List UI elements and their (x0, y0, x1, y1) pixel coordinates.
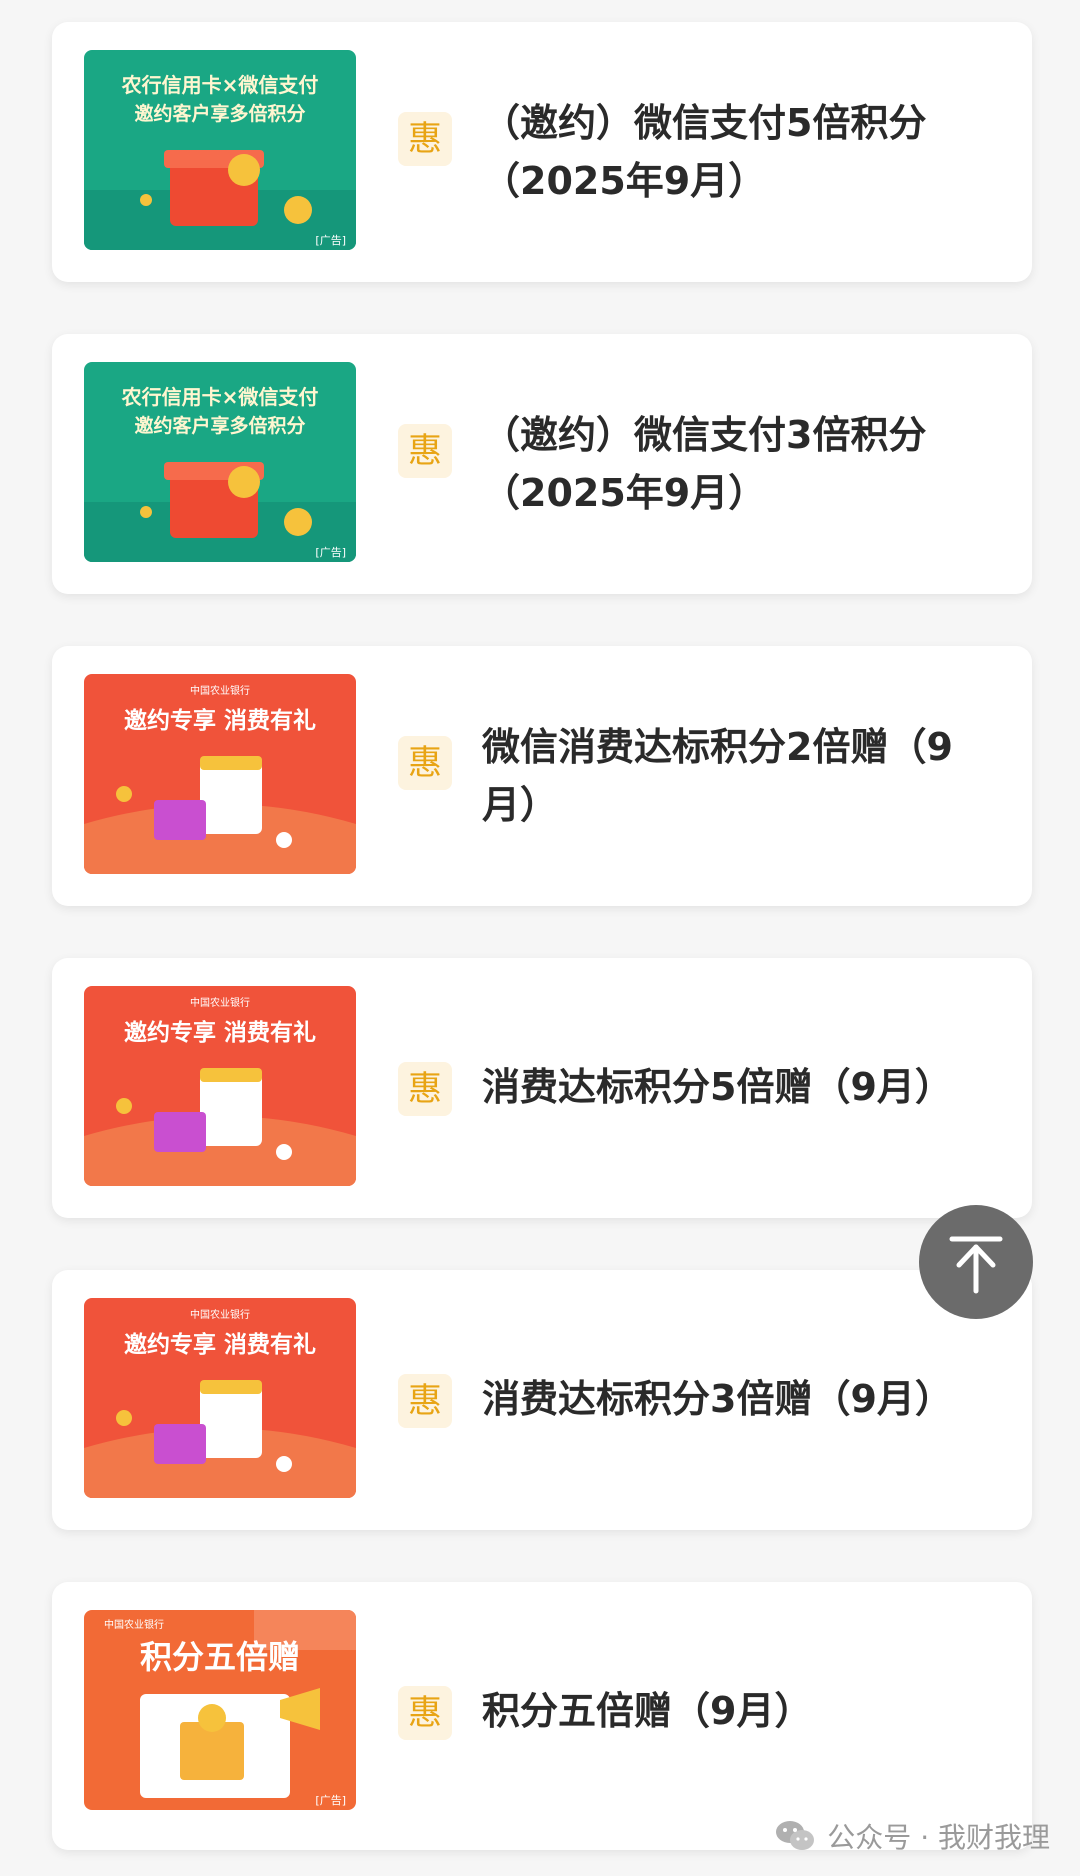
promo-banner-image: 中国农业银行 邀约专享 消费有礼 (84, 1298, 356, 1498)
promo-card[interactable]: 农行信用卡×微信支付 邀约客户享多倍积分 [广告] 惠 （邀约）微信支付3倍积分… (52, 334, 1032, 594)
discount-badge: 惠 (398, 424, 452, 478)
banner-line1: 中国农业银行 (190, 996, 250, 1009)
banner-line2: 邀约客户享多倍积分 (134, 414, 305, 437)
banner-line2: 积分五倍赠 (140, 1638, 300, 1676)
promo-card[interactable]: 中国农业银行 邀约专享 消费有礼 惠 消费达标积分5倍赠（9月） (52, 958, 1032, 1218)
banner-line2: 邀约专享 消费有礼 (124, 1019, 316, 1046)
promo-banner-image: 中国农业银行 邀约专享 消费有礼 (84, 986, 356, 1186)
wechat-icon (776, 1821, 815, 1850)
banner-tag: [广告] (315, 1794, 346, 1807)
promo-title: 消费达标积分5倍赠（9月） (482, 1065, 953, 1109)
banner-line1: 中国农业银行 (190, 1308, 250, 1321)
banner-tag: [广告] (315, 234, 346, 247)
banner-line1: 中国农业银行 (190, 684, 250, 697)
banner-line1: 农行信用卡×微信支付 (121, 385, 319, 409)
watermark-text: 公众号 · 我财我理 (827, 1821, 1050, 1854)
discount-badge: 惠 (398, 1686, 452, 1740)
promo-title: 消费达标积分3倍赠（9月） (482, 1377, 953, 1421)
promo-card[interactable]: 农行信用卡×微信支付 邀约客户享多倍积分 [广告] 惠 （邀约）微信支付5倍积分… (52, 22, 1032, 282)
banner-line1: 农行信用卡×微信支付 (121, 73, 319, 97)
back-to-top-button[interactable] (919, 1205, 1033, 1319)
promo-title: 积分五倍赠（9月） (482, 1689, 813, 1733)
arrow-up-icon (949, 1236, 1003, 1294)
promo-title: （邀约）微信支付5倍积分（2025年9月） (482, 101, 927, 203)
banner-line2: 邀约专享 消费有礼 (124, 1331, 316, 1358)
promo-banner-image: 中国农业银行 邀约专享 消费有礼 (84, 674, 356, 874)
promo-card[interactable]: 中国农业银行 积分五倍赠 [广告] 惠 积分五倍赠（9月） (52, 1582, 1032, 1850)
promo-card[interactable]: 中国农业银行 邀约专享 消费有礼 惠 消费达标积分3倍赠（9月） (52, 1270, 1032, 1530)
promo-title: 微信消费达标积分2倍赠（9月） (482, 725, 953, 827)
banner-line2: 邀约专享 消费有礼 (124, 707, 316, 734)
promo-banner-image: 农行信用卡×微信支付 邀约客户享多倍积分 [广告] (84, 50, 356, 250)
discount-badge: 惠 (398, 1374, 452, 1428)
discount-badge: 惠 (398, 112, 452, 166)
banner-line2: 邀约客户享多倍积分 (134, 102, 305, 125)
discount-badge: 惠 (398, 1062, 452, 1116)
promo-title: （邀约）微信支付3倍积分（2025年9月） (482, 413, 927, 515)
promo-card[interactable]: 中国农业银行 邀约专享 消费有礼 惠 微信消费达标积分2倍赠（9月） (52, 646, 1032, 906)
discount-badge: 惠 (398, 736, 452, 790)
promo-banner-image: 农行信用卡×微信支付 邀约客户享多倍积分 [广告] (84, 362, 356, 562)
banner-tag: [广告] (315, 546, 346, 559)
banner-line1: 中国农业银行 (104, 1618, 164, 1631)
watermark: 公众号 · 我财我理 (775, 1816, 1050, 1856)
promo-banner-image: 中国农业银行 积分五倍赠 [广告] (84, 1610, 356, 1810)
